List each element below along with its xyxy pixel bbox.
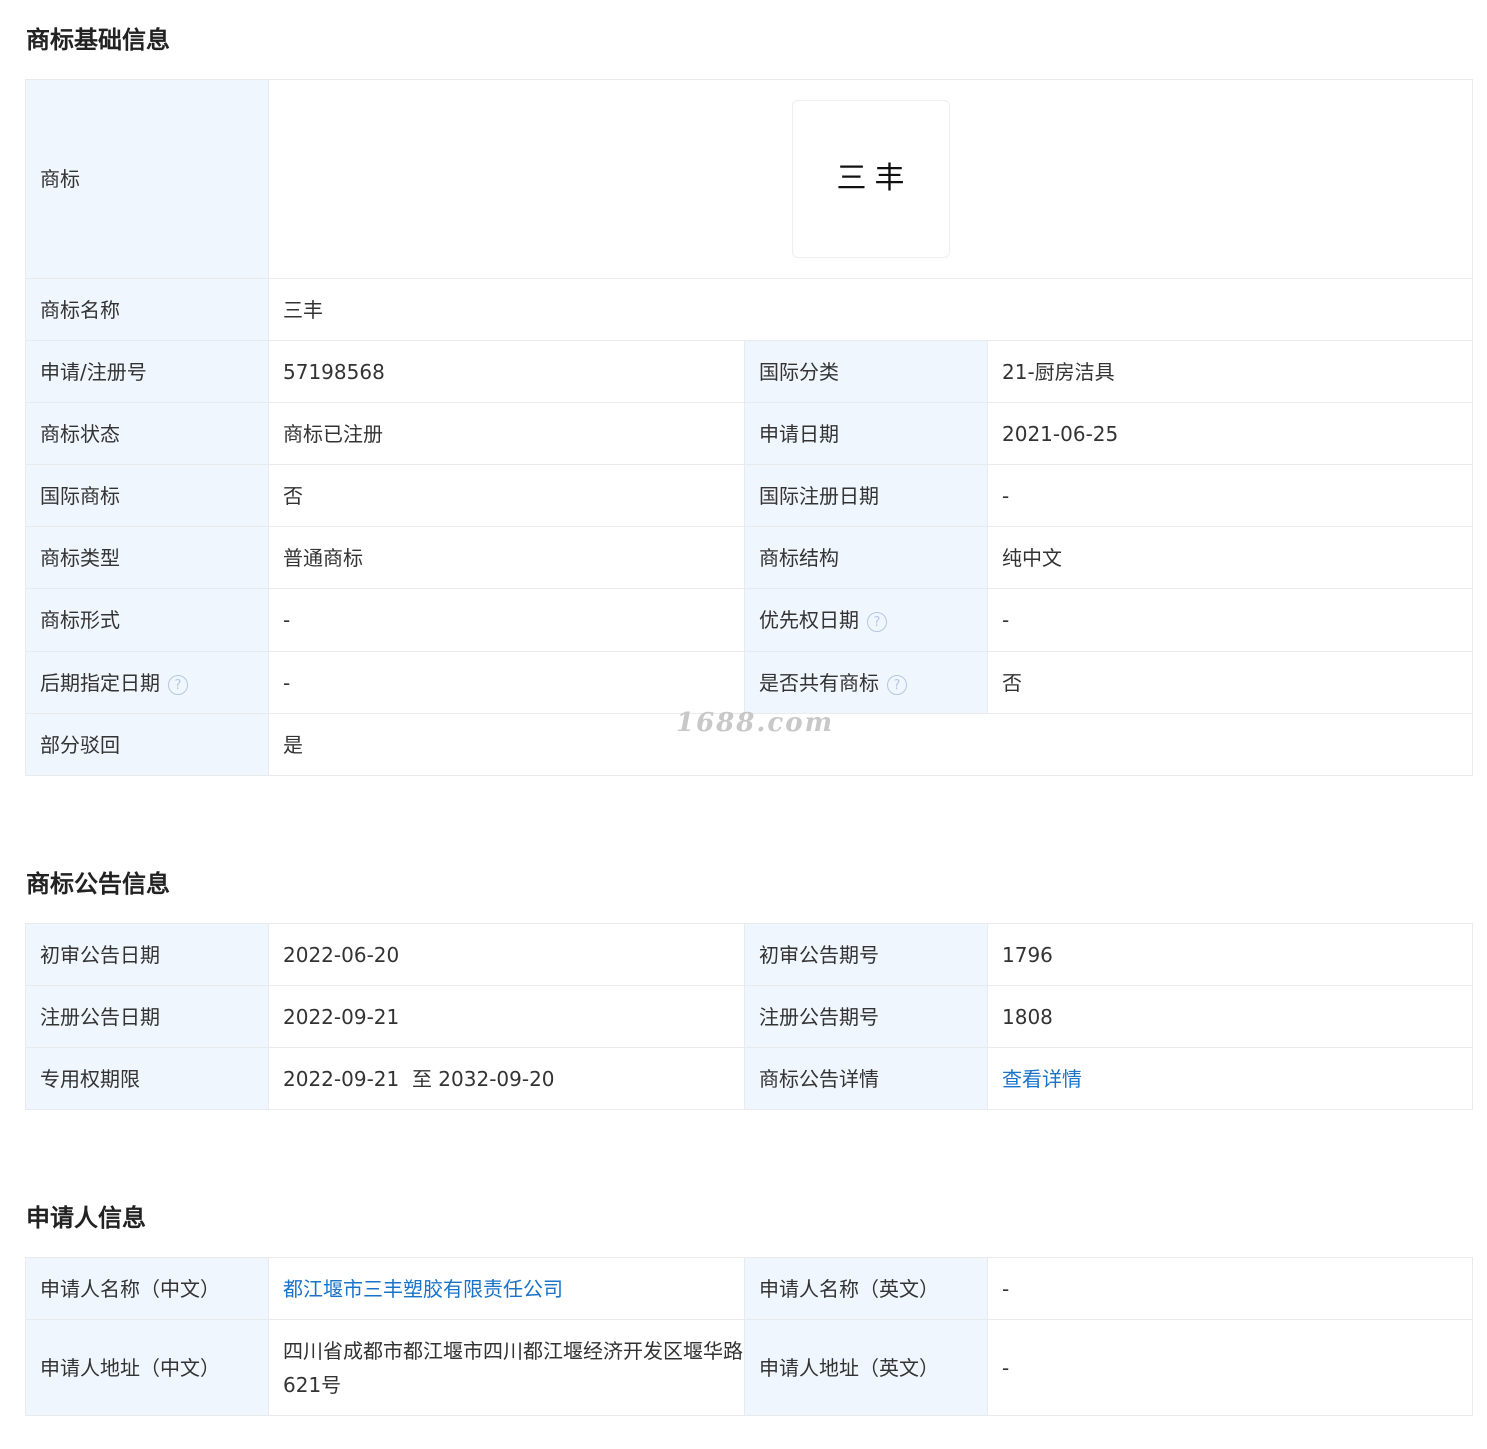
reg-number-value: 57198568 (268, 340, 745, 403)
help-icon[interactable]: ? (887, 674, 907, 695)
prelim-notice-issue-label: 初审公告期号 (744, 923, 988, 986)
table-row: 后期指定日期? - 是否共有商标? 否 (25, 651, 1473, 714)
applicant-name-en-value: - (987, 1257, 1473, 1320)
later-designation-value: - (268, 651, 745, 714)
table-row: 商标状态 商标已注册 申请日期 2021-06-25 (25, 402, 1473, 465)
section-title-basic: 商标基础信息 (26, 26, 170, 54)
prelim-notice-date-value: 2022-06-20 (268, 923, 745, 986)
applicant-name-link[interactable]: 都江堰市三丰塑胶有限责任公司 (283, 1277, 563, 1301)
reg-notice-issue-value: 1808 (987, 985, 1473, 1048)
applicant-info-table: 申请人名称（中文） 都江堰市三丰塑胶有限责任公司 申请人名称（英文） - 申请人… (25, 1257, 1473, 1416)
status-value: 商标已注册 (268, 402, 745, 465)
help-icon[interactable]: ? (168, 674, 188, 695)
reg-number-label: 申请/注册号 (25, 340, 269, 403)
table-row: 注册公告日期 2022-09-21 注册公告期号 1808 (25, 985, 1473, 1048)
help-icon[interactable]: ? (867, 612, 887, 632)
shared-trademark-label: 是否共有商标 (759, 670, 879, 695)
structure-value: 纯中文 (987, 526, 1473, 589)
applicant-name-cn-cell: 都江堰市三丰塑胶有限责任公司 (268, 1257, 745, 1320)
table-row: 初审公告日期 2022-06-20 初审公告期号 1796 (25, 923, 1473, 986)
intl-reg-date-label: 国际注册日期 (744, 464, 988, 527)
applicant-address-en-label: 申请人地址（英文） (744, 1319, 988, 1416)
applicant-name-en-label: 申请人名称（英文） (744, 1257, 988, 1320)
intl-class-value: 21-厨房洁具 (987, 340, 1473, 403)
type-label: 商标类型 (25, 526, 269, 589)
priority-date-label: 优先权日期 (759, 608, 859, 632)
name-label: 商标名称 (25, 278, 269, 341)
reg-notice-date-value: 2022-09-21 (268, 985, 745, 1048)
form-value: - (268, 588, 745, 652)
apply-date-value: 2021-06-25 (987, 402, 1473, 465)
section-title-notice: 商标公告信息 (26, 870, 170, 898)
table-row: 申请人地址（中文） 四川省成都市都江堰市四川都江堰经济开发区堰华路621号 申请… (25, 1319, 1473, 1416)
table-row: 申请/注册号 57198568 国际分类 21-厨房洁具 (25, 340, 1473, 403)
apply-date-label: 申请日期 (744, 402, 988, 465)
type-value: 普通商标 (268, 526, 745, 589)
shared-trademark-label-cell: 是否共有商标? (744, 651, 988, 714)
trademark-logo-text: 三丰 (836, 161, 913, 196)
table-row: 商标类型 普通商标 商标结构 纯中文 (25, 526, 1473, 589)
prelim-notice-date-label: 初审公告日期 (25, 923, 269, 986)
table-row: 申请人名称（中文） 都江堰市三丰塑胶有限责任公司 申请人名称（英文） - (25, 1257, 1473, 1320)
intl-reg-date-value: - (987, 464, 1473, 527)
basic-info-table: 商标 三丰 商标名称 三丰 申请/注册号 57198568 国际分类 21-厨房… (25, 79, 1473, 776)
later-designation-label-cell: 后期指定日期? (25, 651, 269, 714)
later-designation-label: 后期指定日期 (40, 670, 160, 695)
table-row: 商标形式 - 优先权日期? - (25, 588, 1473, 652)
logo-label: 商标 (25, 79, 269, 279)
trademark-logo-image: 三丰 (791, 100, 950, 258)
table-row: 商标名称 三丰 (25, 278, 1473, 341)
reg-notice-date-label: 注册公告日期 (25, 985, 269, 1048)
partial-rejection-value: 是 (268, 713, 1473, 776)
table-row: 国际商标 否 国际注册日期 - (25, 464, 1473, 527)
prelim-notice-issue-value: 1796 (987, 923, 1473, 986)
intl-trademark-label: 国际商标 (25, 464, 269, 527)
applicant-address-cn-label: 申请人地址（中文） (25, 1319, 269, 1416)
status-label: 商标状态 (25, 402, 269, 465)
notice-detail-cell: 查看详情 (987, 1047, 1473, 1110)
name-value: 三丰 (268, 278, 1473, 341)
shared-trademark-value: 否 (987, 651, 1473, 714)
structure-label: 商标结构 (744, 526, 988, 589)
notice-info-table: 初审公告日期 2022-06-20 初审公告期号 1796 注册公告日期 202… (25, 923, 1473, 1110)
notice-detail-label: 商标公告详情 (744, 1047, 988, 1110)
table-row: 专用权期限 2022-09-21 至 2032-09-20 商标公告详情 查看详… (25, 1047, 1473, 1110)
exclusive-term-value: 2022-09-21 至 2032-09-20 (268, 1047, 745, 1110)
view-details-link[interactable]: 查看详情 (1002, 1067, 1082, 1091)
reg-notice-issue-label: 注册公告期号 (744, 985, 988, 1048)
applicant-address-en-value: - (987, 1319, 1473, 1416)
watermark: 1688.com (676, 708, 835, 738)
exclusive-term-label: 专用权期限 (25, 1047, 269, 1110)
section-title-applicant: 申请人信息 (26, 1204, 146, 1232)
intl-class-label: 国际分类 (744, 340, 988, 403)
logo-cell: 三丰 (268, 79, 1473, 279)
priority-date-value: - (987, 588, 1473, 652)
priority-date-label-cell: 优先权日期? (744, 588, 988, 652)
applicant-address-cn-value: 四川省成都市都江堰市四川都江堰经济开发区堰华路621号 (268, 1319, 745, 1416)
partial-rejection-label: 部分驳回 (25, 713, 269, 776)
table-row: 商标 三丰 (25, 79, 1473, 279)
form-label: 商标形式 (25, 588, 269, 652)
applicant-name-cn-label: 申请人名称（中文） (25, 1257, 269, 1320)
intl-trademark-value: 否 (268, 464, 745, 527)
